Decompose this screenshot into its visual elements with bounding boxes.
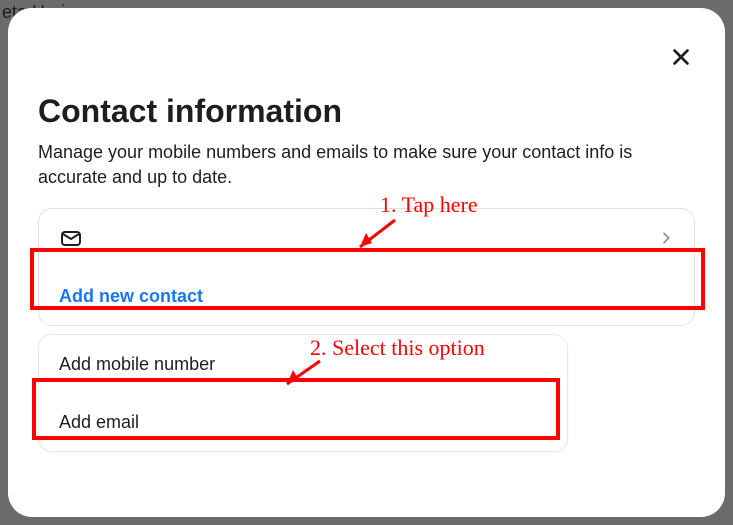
add-new-contact-button[interactable]: Add new contact [39,267,694,325]
page-subtitle: Manage your mobile numbers and emails to… [38,140,695,190]
add-mobile-option[interactable]: Add mobile number [39,335,567,393]
annotation-text-2: 2. Select this option [310,335,485,361]
chevron-right-icon [658,230,674,246]
add-email-label: Add email [59,412,139,433]
contact-card: Add new contact [38,208,695,326]
add-email-option[interactable]: Add email [39,393,567,451]
existing-contact-row[interactable] [39,209,694,267]
add-contact-dropdown: Add mobile number Add email [38,334,568,452]
contact-info-modal: Contact information Manage your mobile n… [8,8,725,517]
close-button[interactable] [667,43,695,71]
page-title: Contact information [38,93,695,130]
close-icon [670,46,692,68]
add-new-contact-label: Add new contact [59,286,203,307]
annotation-text-1: 1. Tap here [380,192,478,218]
mail-icon [59,226,83,250]
add-mobile-label: Add mobile number [59,354,215,375]
